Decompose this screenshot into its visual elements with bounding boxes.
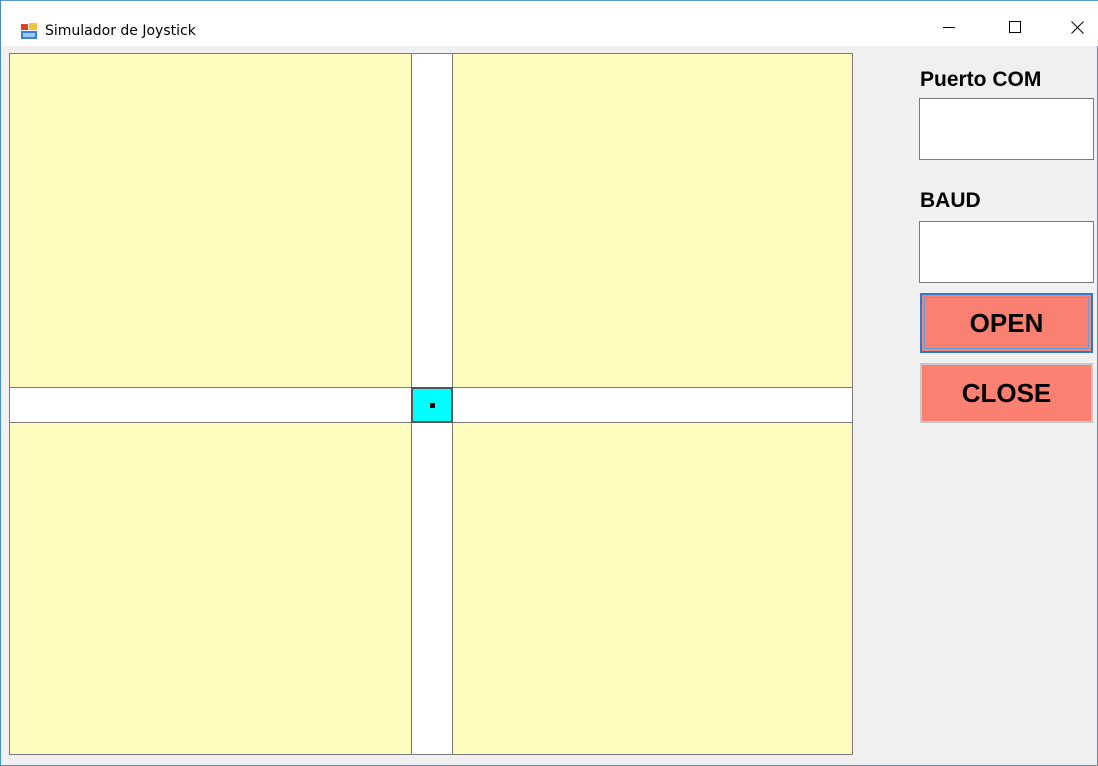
window-title: Simulador de Joystick	[45, 23, 196, 39]
baud-label: BAUD	[920, 189, 981, 212]
maximize-icon	[1009, 21, 1021, 33]
close-button-label: CLOSE	[961, 377, 1052, 408]
baud-input[interactable]	[919, 221, 1094, 283]
maximize-button[interactable]	[992, 11, 1038, 43]
quadrant-top-right	[453, 54, 852, 387]
minimize-icon	[943, 27, 955, 28]
quadrant-top-left	[10, 54, 411, 387]
open-button[interactable]: OPEN	[920, 293, 1093, 353]
close-icon	[1070, 20, 1084, 34]
app-window: Simulador de Joystick Puerto COM BAUD OP…	[0, 0, 1098, 766]
port-label: Puerto COM	[920, 68, 1042, 91]
joystick-pad[interactable]	[9, 53, 853, 755]
close-window-button[interactable]	[1054, 11, 1098, 43]
quadrant-bottom-left	[10, 423, 411, 754]
joystick-knob[interactable]	[411, 387, 453, 423]
app-icon	[21, 23, 37, 39]
open-button-label: OPEN	[969, 307, 1044, 338]
quadrant-bottom-right	[453, 423, 852, 754]
close-button[interactable]: CLOSE	[920, 363, 1093, 423]
minimize-button[interactable]	[926, 11, 972, 43]
port-input[interactable]	[919, 98, 1094, 160]
title-bar[interactable]: Simulador de Joystick	[1, 0, 1098, 46]
knob-center-dot	[430, 403, 435, 408]
